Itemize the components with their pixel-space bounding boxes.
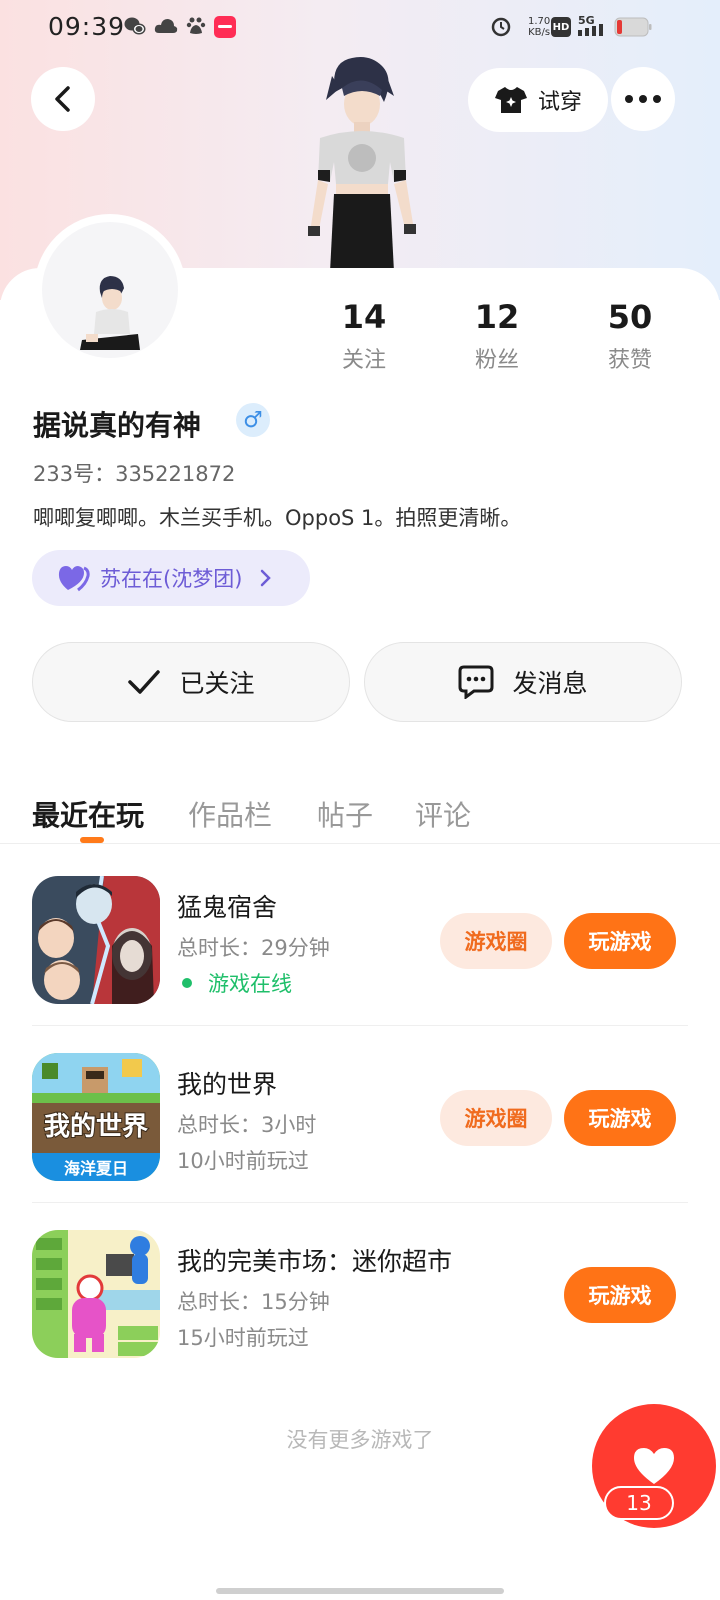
more-button[interactable]	[611, 67, 675, 131]
status-time: 09:39	[48, 12, 126, 41]
game-circle-button[interactable]: 游戏圈	[440, 1090, 552, 1146]
game-online-status: 游戏在线	[177, 968, 292, 998]
cp-label: 苏在在(沈梦团)	[100, 567, 243, 591]
avatar-character-figure	[308, 57, 416, 272]
minecraft-icon-title: 我的世界	[44, 1111, 148, 1142]
profile-name: 据说真的有神	[33, 409, 202, 442]
minecraft-icon-subtitle: 海洋夏日	[64, 1159, 128, 1178]
cp-relationship-chip[interactable]: 苏在在(沈梦团)	[32, 550, 310, 606]
chevron-left-icon	[55, 86, 70, 112]
male-icon: ♂	[243, 407, 263, 433]
like-count-badge: 13	[604, 1486, 674, 1520]
stat-following[interactable]: 14 关注	[304, 298, 424, 374]
stat-followers[interactable]: 12 粉丝	[437, 298, 557, 374]
avatar-image	[80, 276, 140, 350]
hd-badge: HD	[551, 17, 571, 37]
chevron-right-icon	[261, 569, 272, 587]
wechat-icon	[124, 17, 146, 35]
user-id[interactable]: 233号：335221872	[33, 458, 235, 488]
profile-screen: 09:39 1.70 KB/s HD 5G 试穿 14 关注 12 粉丝 50 …	[0, 0, 720, 1600]
game-last-played: 15小时前玩过	[177, 1326, 309, 1350]
followers-count: 12	[474, 298, 520, 336]
tab-comments[interactable]: 评论	[415, 794, 471, 834]
signal-bars-icon	[578, 24, 603, 36]
double-heart-icon	[58, 566, 90, 592]
chat-bubble-icon	[458, 665, 494, 699]
followed-label: 已关注	[179, 669, 255, 698]
row-divider	[32, 1202, 688, 1203]
game-circle-button[interactable]: 游戏圈	[440, 913, 552, 969]
try-on-button[interactable]: 试穿	[468, 68, 608, 132]
game-duration: 总时长：29分钟	[177, 936, 330, 960]
likes-label: 获赞	[607, 348, 652, 373]
home-indicator[interactable]	[216, 1588, 504, 1594]
game-duration: 总时长：3小时	[177, 1113, 317, 1137]
stat-likes[interactable]: 50 获赞	[570, 298, 690, 374]
ghost-dorm-artwork	[32, 876, 160, 1004]
net-speed-value: 1.70	[528, 16, 551, 27]
minecraft-artwork: 我的世界 海洋夏日	[32, 1053, 160, 1181]
likes-count: 50	[607, 298, 653, 336]
tshirt-icon	[494, 87, 527, 113]
app-red-icon	[214, 16, 236, 38]
online-label: 游戏在线	[208, 972, 292, 996]
back-button[interactable]	[31, 67, 95, 131]
game-title: 我的世界	[177, 1070, 278, 1099]
try-on-label: 试穿	[537, 90, 582, 115]
game-icon-minecraft[interactable]: 我的世界 海洋夏日	[32, 1053, 160, 1181]
following-label: 关注	[341, 348, 386, 373]
avatar-frame	[34, 214, 186, 366]
game-duration: 总时长：15分钟	[177, 1290, 330, 1314]
followed-button[interactable]: 已关注	[32, 642, 350, 722]
row-divider	[32, 1025, 688, 1026]
avatar[interactable]	[42, 222, 178, 358]
play-game-button[interactable]: 玩游戏	[564, 1090, 676, 1146]
baidu-icon	[186, 17, 206, 34]
tab-divider	[0, 843, 720, 844]
game-row[interactable]: 我的世界 海洋夏日 我的世界 总时长：3小时 10小时前玩过 游戏圈 玩游戏	[32, 1053, 688, 1183]
following-count: 14	[341, 298, 387, 336]
game-title: 我的完美市场：迷你超市	[177, 1247, 453, 1276]
followers-label: 粉丝	[474, 348, 519, 373]
game-icon-supermarket[interactable]	[32, 1230, 160, 1358]
tab-recently-played[interactable]: 最近在玩	[32, 794, 144, 834]
supermarket-artwork	[32, 1230, 160, 1358]
play-game-button[interactable]: 玩游戏	[564, 1267, 676, 1323]
game-icon-ghost-dorm[interactable]	[32, 876, 160, 1004]
game-row[interactable]: 猛鬼宿舍 总时长：29分钟 游戏在线 游戏圈 玩游戏	[32, 876, 688, 1006]
tab-works[interactable]: 作品栏	[188, 794, 272, 834]
play-game-button[interactable]: 玩游戏	[564, 913, 676, 969]
game-last-played: 10小时前玩过	[177, 1149, 309, 1173]
send-message-label: 发消息	[512, 669, 588, 698]
net-speed-unit: KB/s	[528, 27, 551, 38]
alarm-icon	[491, 17, 511, 37]
send-message-button[interactable]: 发消息	[364, 642, 682, 722]
more-dots-icon	[625, 95, 661, 103]
network-speed: 1.70 KB/s	[528, 16, 550, 38]
status-bar: 09:39 1.70 KB/s HD 5G	[0, 0, 720, 56]
game-row[interactable]: 我的完美市场：迷你超市 总时长：15分钟 15小时前玩过 玩游戏	[32, 1230, 688, 1360]
profile-tabs: 最近在玩 作品栏 帖子 评论	[0, 780, 720, 844]
game-title: 猛鬼宿舍	[177, 893, 278, 922]
checkmark-icon	[128, 670, 161, 694]
tab-posts[interactable]: 帖子	[317, 794, 373, 834]
heart-icon	[634, 1448, 674, 1484]
gender-badge: ♂	[236, 403, 270, 437]
weather-cloud-icon	[154, 19, 178, 33]
battery-icon	[614, 17, 652, 37]
profile-bio: 唧唧复唧唧。木兰买手机。OppoS 1。拍照更清晰。	[33, 506, 522, 530]
online-dot-icon	[182, 978, 192, 988]
